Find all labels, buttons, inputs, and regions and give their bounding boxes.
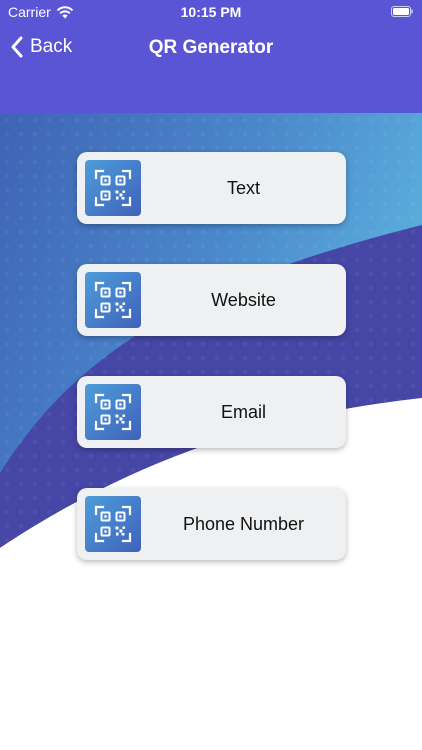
status-bar: Carrier 10:15 PM bbox=[0, 0, 422, 24]
qr-tile bbox=[85, 384, 141, 440]
qr-option-email[interactable]: Email bbox=[77, 376, 346, 448]
qr-code-icon bbox=[94, 281, 132, 319]
qr-tile bbox=[85, 160, 141, 216]
qr-option-website[interactable]: Website bbox=[77, 264, 346, 336]
qr-code-icon bbox=[94, 393, 132, 431]
battery-icon bbox=[391, 6, 413, 17]
qr-tile bbox=[85, 496, 141, 552]
qr-code-icon bbox=[94, 505, 132, 543]
page-title: QR Generator bbox=[148, 37, 274, 58]
status-time: 10:15 PM bbox=[180, 4, 242, 20]
qr-option-phone-number[interactable]: Phone Number bbox=[77, 488, 346, 560]
qr-generator-screen: Carrier 10:15 PM Back QR Generator Text … bbox=[0, 0, 422, 750]
qr-code-icon bbox=[94, 169, 132, 207]
qr-option-text[interactable]: Text bbox=[77, 152, 346, 224]
option-label: Website bbox=[211, 290, 276, 310]
navigation-header: Carrier 10:15 PM Back QR Generator bbox=[0, 0, 422, 113]
option-label: Phone Number bbox=[182, 514, 305, 534]
option-label: Email bbox=[220, 402, 266, 422]
qr-type-list: Text Website Email Phone Number bbox=[77, 152, 346, 560]
qr-tile bbox=[85, 272, 141, 328]
option-label: Text bbox=[226, 178, 260, 198]
